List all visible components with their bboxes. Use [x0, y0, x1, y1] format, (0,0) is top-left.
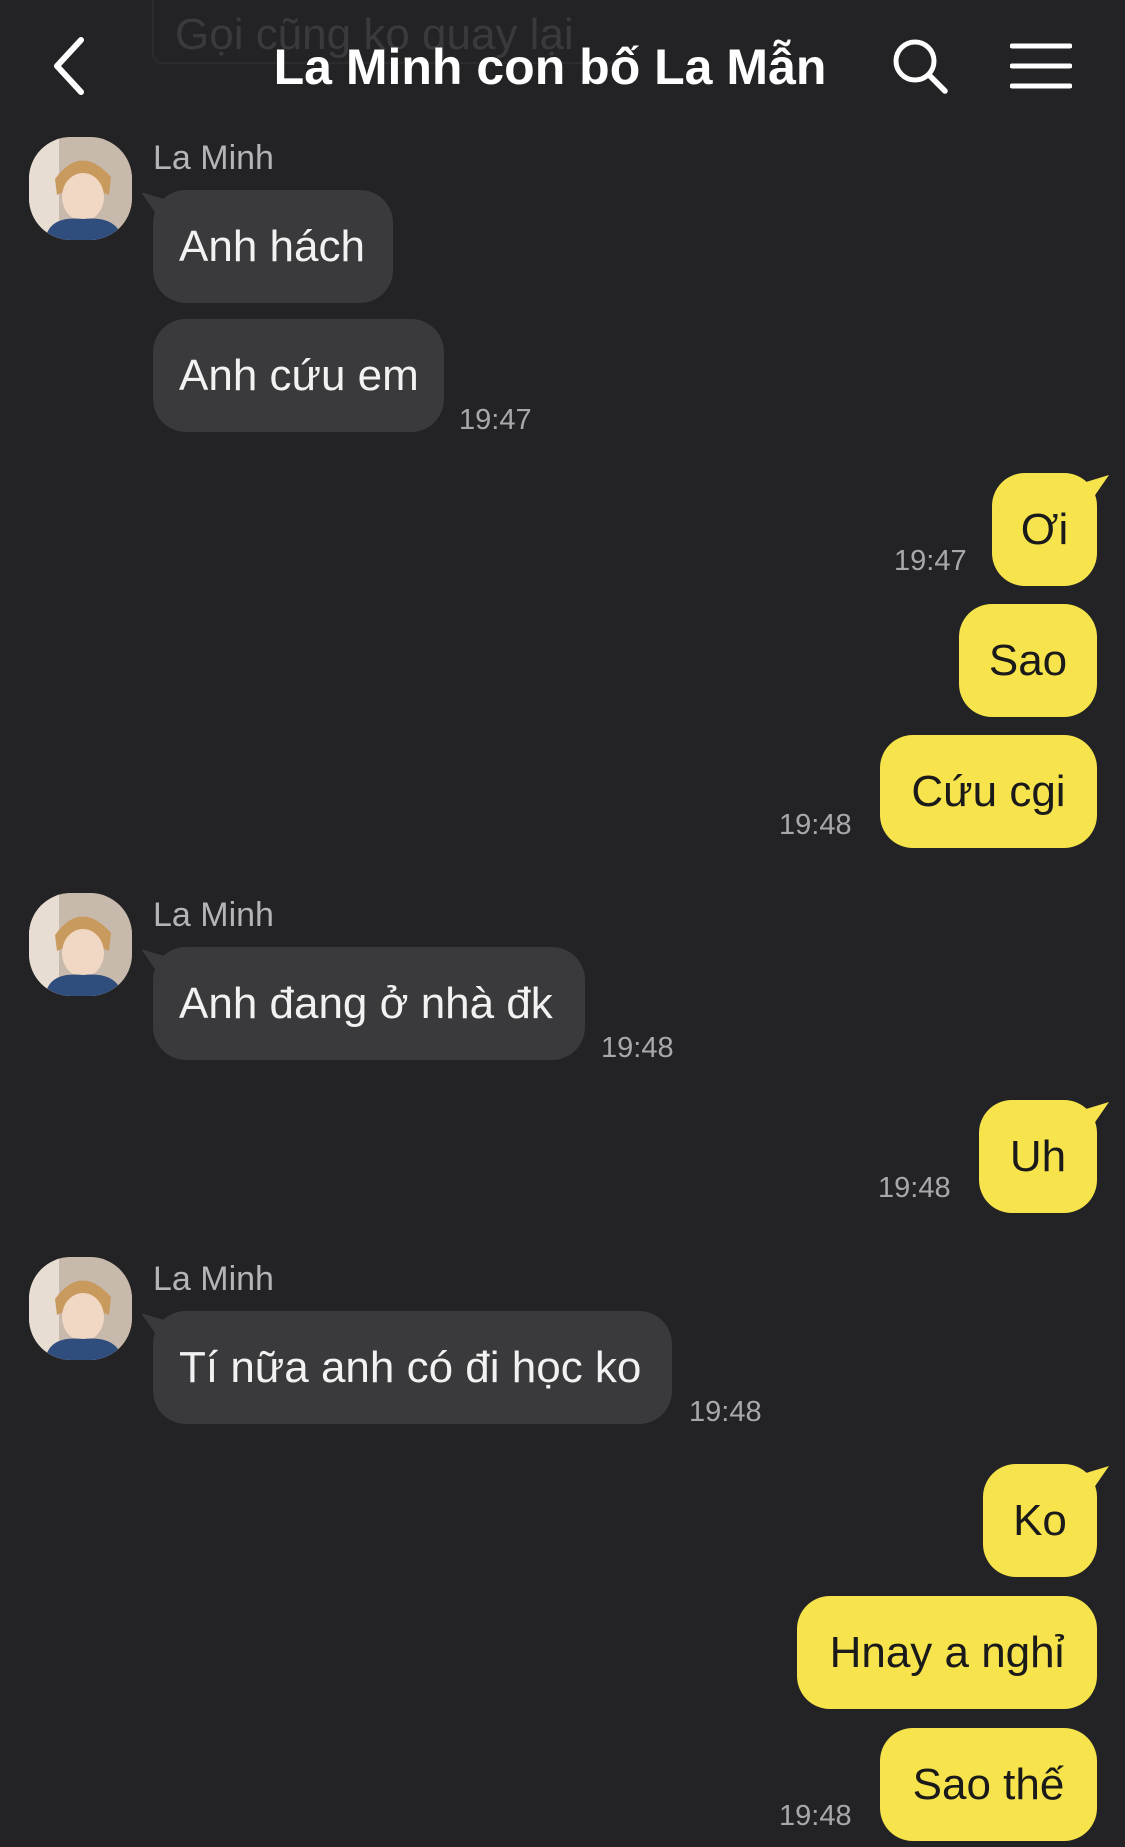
contact-avatar[interactable]: [29, 893, 132, 996]
message-text: Anh cứu em: [179, 350, 419, 400]
message-text: Ơi: [1020, 504, 1069, 554]
message-bubble-outgoing[interactable]: Ơi: [992, 473, 1097, 586]
search-button[interactable]: [888, 34, 952, 98]
sender-name: La Minh: [153, 896, 274, 934]
message-text: Anh đang ở nhà đk: [179, 978, 553, 1028]
message-bubble-outgoing[interactable]: Cứu cgi: [880, 735, 1097, 848]
message-timestamp: 19:47: [459, 404, 532, 436]
message-bubble-incoming[interactable]: Anh đang ở nhà đk: [153, 947, 585, 1060]
message-bubble-outgoing[interactable]: Ko: [983, 1464, 1097, 1577]
contact-avatar[interactable]: [29, 137, 132, 240]
message-bubble-incoming[interactable]: Anh cứu em: [153, 319, 444, 432]
message-timestamp: 19:48: [601, 1032, 674, 1064]
message-text: Sao: [988, 635, 1068, 685]
message-text: Cứu cgi: [911, 766, 1066, 816]
message-bubble-incoming[interactable]: Anh hách: [153, 190, 393, 303]
chat-title: La Minh con bố La Mẫn: [273, 39, 827, 95]
avatar-photo: [29, 893, 132, 996]
message-timestamp: 19:47: [894, 545, 967, 577]
contact-avatar[interactable]: [29, 1257, 132, 1360]
message-text: Anh hách: [179, 221, 365, 271]
message-text: Hnay a nghỉ: [829, 1627, 1065, 1677]
message-bubble-outgoing[interactable]: Sao thế: [880, 1728, 1097, 1841]
chevron-left-icon: [54, 37, 84, 95]
avatar-photo: [29, 1257, 132, 1360]
message-text: Sao thế: [912, 1759, 1065, 1809]
message-bubble-incoming[interactable]: Tí nữa anh có đi học ko: [153, 1311, 672, 1424]
message-bubble-outgoing[interactable]: Uh: [979, 1100, 1097, 1213]
search-icon: [893, 39, 948, 94]
menu-button[interactable]: [1005, 38, 1077, 94]
message-text: Ko: [1013, 1495, 1067, 1545]
sender-name: La Minh: [153, 139, 274, 177]
message-timestamp: 19:48: [689, 1396, 762, 1428]
message-timestamp: 19:48: [779, 809, 852, 841]
message-timestamp: 19:48: [878, 1172, 951, 1204]
message-bubble-outgoing[interactable]: Sao: [959, 604, 1097, 717]
message-timestamp: 19:48: [779, 1800, 852, 1832]
avatar-photo: [29, 137, 132, 240]
hamburger-menu-icon: [1010, 43, 1072, 89]
message-text: Tí nữa anh có đi học ko: [179, 1342, 642, 1392]
message-text: Uh: [1009, 1131, 1067, 1181]
message-bubble-outgoing[interactable]: Hnay a nghỉ: [797, 1596, 1097, 1709]
back-button[interactable]: [40, 30, 96, 102]
sender-name: La Minh: [153, 1260, 274, 1298]
